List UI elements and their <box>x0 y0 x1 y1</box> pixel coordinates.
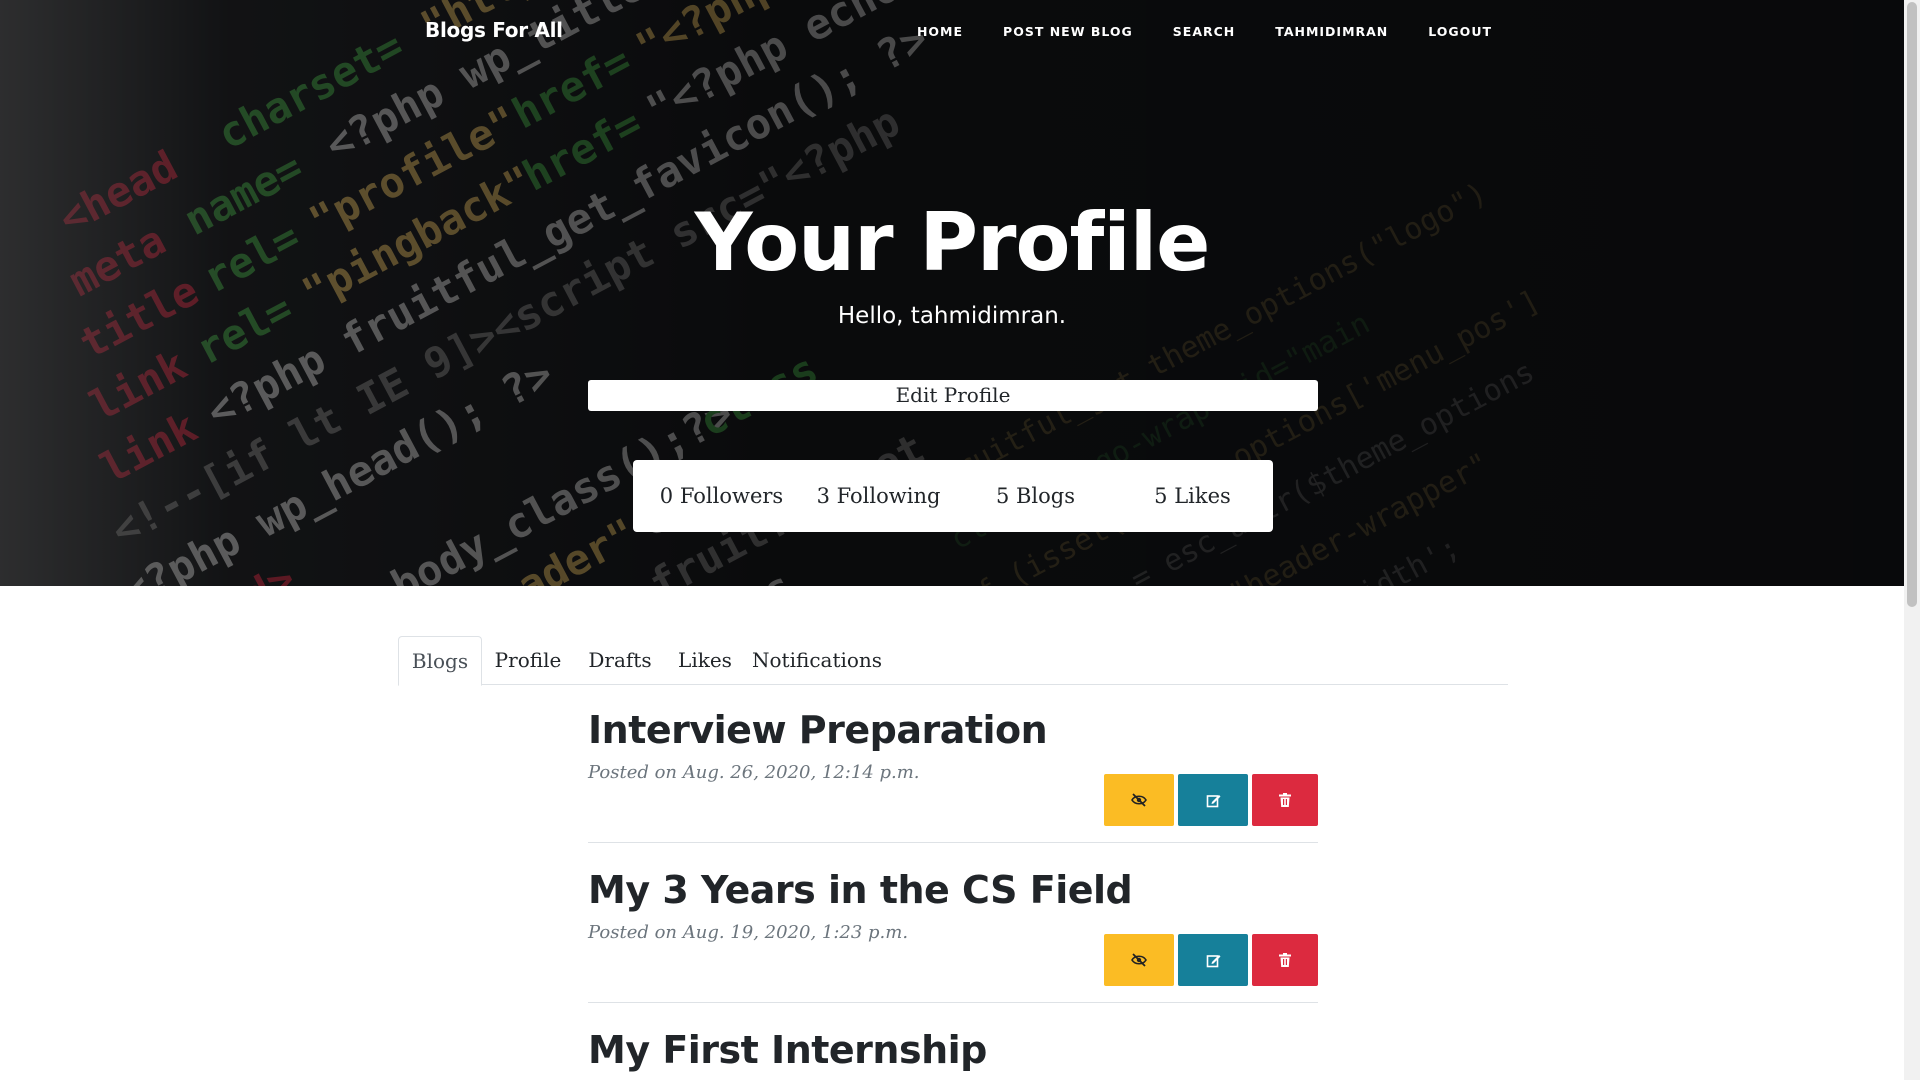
eye-slash-icon <box>1131 793 1147 807</box>
brand-logo[interactable]: Blogs For All <box>425 18 563 42</box>
tab-blogs[interactable]: Blogs <box>398 636 482 686</box>
trash-icon <box>1279 793 1291 807</box>
hide-post-button[interactable] <box>1104 934 1174 986</box>
tab-drafts[interactable]: Drafts <box>578 636 662 684</box>
page-subtitle: Hello, tahmidimran. <box>837 303 1067 329</box>
nav-username[interactable]: TAHMIDIMRAN <box>1275 24 1388 39</box>
hero-header: <headcharset="http:// metaname=<?php wp_… <box>0 0 1904 586</box>
tab-likes[interactable]: Likes <box>670 636 740 684</box>
tab-profile[interactable]: Profile <box>486 636 570 684</box>
following-count[interactable]: 3 Following <box>800 460 957 532</box>
post-title[interactable]: My First Internship <box>588 1028 1318 1072</box>
blog-post-item: My 3 Years in the CS Field Posted on Aug… <box>588 868 1318 1003</box>
navbar: Blogs For All HOME POST NEW BLOG SEARCH … <box>0 0 1904 64</box>
page-scrollbar[interactable] <box>1904 0 1920 1080</box>
page-title: Your Profile <box>694 196 1211 289</box>
nav-home[interactable]: HOME <box>917 24 963 39</box>
nav-logout[interactable]: LOGOUT <box>1428 24 1492 39</box>
nav-post-new-blog[interactable]: POST NEW BLOG <box>1003 24 1133 39</box>
post-divider <box>588 1002 1318 1003</box>
delete-post-button[interactable] <box>1252 774 1318 826</box>
nav-search[interactable]: SEARCH <box>1173 24 1235 39</box>
blog-post-item: My First Internship <box>588 1028 1318 1072</box>
profile-stats: 0 Followers 3 Following 5 Blogs 5 Likes <box>633 460 1273 532</box>
scrollbar-thumb[interactable] <box>1907 2 1917 607</box>
post-actions <box>1104 934 1318 986</box>
edit-icon <box>1206 794 1220 807</box>
edit-icon <box>1206 954 1220 967</box>
edit-post-button[interactable] <box>1178 774 1248 826</box>
edit-profile-button[interactable]: Edit Profile <box>588 380 1318 411</box>
post-title[interactable]: Interview Preparation <box>588 708 1318 752</box>
hide-post-button[interactable] <box>1104 774 1174 826</box>
edit-post-button[interactable] <box>1178 934 1248 986</box>
post-divider <box>588 842 1318 843</box>
profile-tabs: Blogs Profile Drafts Likes Notifications <box>398 636 1508 686</box>
nav-links: HOME POST NEW BLOG SEARCH TAHMIDIMRAN LO… <box>877 24 1492 39</box>
followers-count[interactable]: 0 Followers <box>643 460 800 532</box>
trash-icon <box>1279 953 1291 967</box>
post-title[interactable]: My 3 Years in the CS Field <box>588 868 1318 912</box>
tab-notifications[interactable]: Notifications <box>752 636 882 684</box>
blog-post-item: Interview Preparation Posted on Aug. 26,… <box>588 708 1318 843</box>
post-actions <box>1104 774 1318 826</box>
likes-count[interactable]: 5 Likes <box>1114 460 1271 532</box>
delete-post-button[interactable] <box>1252 934 1318 986</box>
eye-slash-icon <box>1131 953 1147 967</box>
blogs-count[interactable]: 5 Blogs <box>957 460 1114 532</box>
